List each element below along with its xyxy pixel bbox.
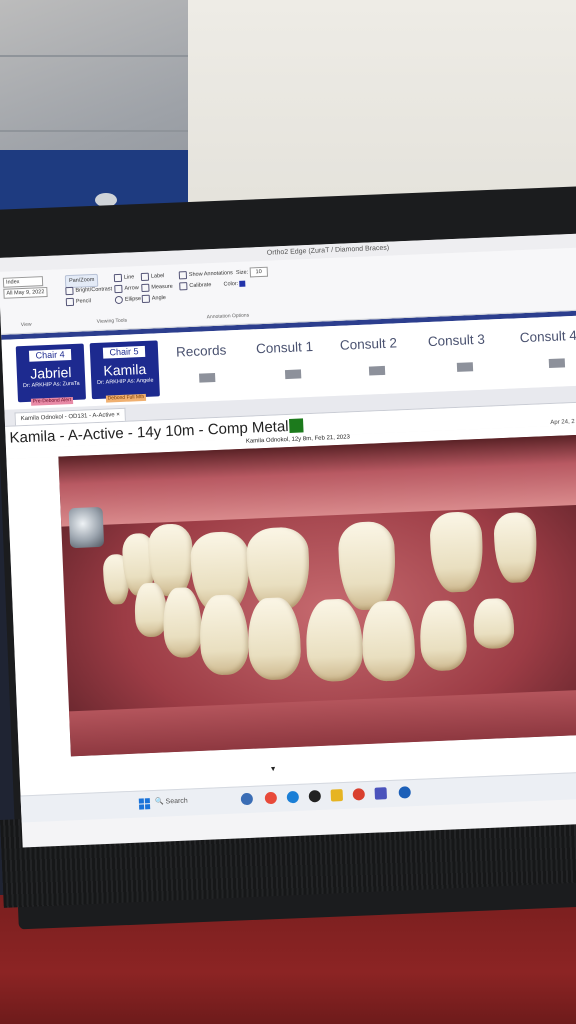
label-button[interactable]: Label xyxy=(151,273,165,280)
view-caption: View xyxy=(20,321,32,329)
consult-2-thumbnail[interactable] xyxy=(368,365,386,376)
annotation-group: Show Annotations Size: 10 Calibrate Colo… xyxy=(178,266,269,320)
date-select[interactable]: All May 9, 2022 xyxy=(3,286,48,299)
chair-card-jabriel[interactable]: Chair 4 Jabriel Dr: ARKHIP As: ZuraTa Pr… xyxy=(15,343,87,406)
size-input[interactable]: 10 xyxy=(249,266,268,278)
color-app-icon[interactable] xyxy=(264,791,278,805)
viewing-tools-caption: Viewing Tools xyxy=(96,317,128,325)
taskbar-search[interactable]: 🔍 Search xyxy=(155,794,225,809)
file-explorer-icon[interactable] xyxy=(330,789,344,802)
ellipse-icon xyxy=(114,295,124,304)
lower-tooth xyxy=(360,599,417,683)
viewing-tools-group: Pan/Zoom Bright/Contrast Pencil Viewing … xyxy=(64,273,127,325)
color-picker[interactable] xyxy=(239,280,246,287)
intraoral-photo[interactable] xyxy=(58,434,576,757)
calibrate-icon xyxy=(179,281,188,290)
pencil-icon xyxy=(65,297,75,306)
line-button[interactable]: Line xyxy=(124,274,135,280)
lower-tooth xyxy=(198,593,250,676)
measure-icon xyxy=(141,283,150,292)
tab-consult-4[interactable]: Consult 4 xyxy=(519,328,576,345)
angle-icon xyxy=(141,294,150,303)
taskbar-search-label: Search xyxy=(165,797,188,806)
brightness-icon xyxy=(65,286,74,295)
pencil-button[interactable]: Pencil xyxy=(76,298,91,305)
ellipse-button[interactable]: Ellipse xyxy=(125,296,141,303)
arrow-icon xyxy=(114,284,123,293)
label-icon xyxy=(140,272,150,281)
index-select[interactable]: Index xyxy=(2,276,44,288)
molar-band xyxy=(68,506,105,549)
task-view-icon[interactable] xyxy=(240,792,254,806)
lower-tooth xyxy=(304,598,364,683)
view-group: Index All May 9, 2022 View xyxy=(2,276,48,328)
image-date: Apr 24, 2 xyxy=(550,418,575,427)
consult-3-thumbnail[interactable] xyxy=(456,362,474,372)
windows-start-icon[interactable] xyxy=(138,798,151,810)
providers: Dr: ARKHIP As: Angele xyxy=(96,377,154,386)
image-viewer[interactable]: ▼ xyxy=(6,433,576,819)
app-icon[interactable] xyxy=(308,789,322,803)
appliance-color-swatch xyxy=(289,418,304,433)
line-icon xyxy=(113,273,123,282)
chair-card-kamila[interactable]: Chair 5 Kamila Dr: ARKHIP As: Angele Deb… xyxy=(89,340,160,403)
measure-tools-group: Label Measure Angle xyxy=(140,271,174,305)
lower-tooth xyxy=(472,597,515,650)
consult-4-thumbnail[interactable] xyxy=(548,358,566,369)
arrow-button[interactable]: Arrow xyxy=(124,285,139,292)
monitor-screen: Ortho2 Edge (ZuraT / Diamond Braces) Ind… xyxy=(0,232,576,848)
consult-1-thumbnail[interactable] xyxy=(284,369,302,380)
chrome-browser-icon[interactable] xyxy=(352,788,366,801)
size-label: Size: xyxy=(235,269,249,277)
tab-consult-3[interactable]: Consult 3 xyxy=(428,332,486,349)
upper-tooth xyxy=(493,511,539,584)
bright-contrast-button[interactable]: Bright/Contrast xyxy=(75,286,112,294)
teams-icon[interactable] xyxy=(374,787,388,800)
angle-button[interactable]: Angle xyxy=(152,295,166,302)
lower-tooth xyxy=(161,586,203,659)
upper-tooth xyxy=(337,520,398,611)
tab-consult-2[interactable]: Consult 2 xyxy=(340,335,398,352)
upper-tooth xyxy=(429,510,485,594)
show-annotations-toggle[interactable]: Show Annotations xyxy=(189,270,233,278)
measure-button[interactable]: Measure xyxy=(151,284,173,291)
lower-tooth xyxy=(246,596,302,681)
lower-lip xyxy=(69,689,576,757)
power-app-icon[interactable] xyxy=(398,786,411,799)
color-label: Color: xyxy=(223,280,239,288)
calibrate-button[interactable]: Calibrate xyxy=(189,282,211,289)
chair-number: Chair 5 xyxy=(103,345,145,359)
status-badge: Debond Full Mth xyxy=(105,393,147,403)
lower-tooth xyxy=(418,599,468,672)
chair-number: Chair 4 xyxy=(29,349,71,362)
scroll-down-arrow-icon[interactable]: ▼ xyxy=(270,766,277,773)
providers: Dr: ARKHIP As: ZuraTa xyxy=(22,380,80,390)
tab-records[interactable]: Records xyxy=(176,343,227,360)
status-badge: Pre-Debond Alert xyxy=(30,396,74,406)
records-thumbnail[interactable] xyxy=(199,373,216,383)
annotation-caption: Annotation Options xyxy=(206,312,250,321)
edge-browser-icon[interactable] xyxy=(286,790,300,804)
draw-tools-group: Line Arrow Ellipse xyxy=(113,272,142,306)
annotations-icon xyxy=(178,270,188,279)
tab-consult-1[interactable]: Consult 1 xyxy=(256,339,314,356)
